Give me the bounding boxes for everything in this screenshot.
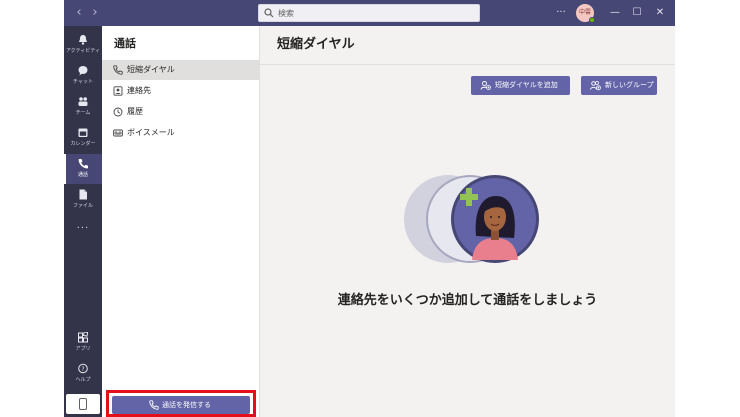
pane-title: 通話 (114, 37, 136, 50)
chat-icon (78, 66, 88, 76)
title-bar: ‹ › 検索 ··· 中雲 — ☐ ✕ (64, 0, 675, 26)
rail-item-files[interactable]: ファイル (64, 185, 102, 215)
phone-icon (78, 159, 88, 169)
teams-icon (78, 97, 88, 106)
pane-item-label: 履歴 (127, 107, 143, 116)
make-call-label: 通話を発信する (162, 401, 211, 409)
more-options-button[interactable]: ··· (552, 4, 570, 22)
page-title: 短縮ダイヤル (277, 37, 355, 52)
app-rail: アクティビティ チャット チーム カレンダー 通話 ファイル ··· アプリ ?… (64, 26, 102, 417)
search-placeholder: 検索 (278, 9, 294, 18)
pane-item-label: ボイスメール (127, 128, 175, 137)
empty-state-message: 連絡先をいくつか追加して通話をしましょう (337, 293, 598, 308)
rail-item-calls[interactable]: 通話 (64, 154, 102, 184)
pane-item-history[interactable]: 履歴 (102, 102, 259, 122)
rail-item-help[interactable]: ? ヘルプ (64, 359, 102, 389)
pane-item-label: 連絡先 (127, 86, 151, 95)
forward-button[interactable]: › (88, 5, 102, 21)
svg-text:?: ? (81, 366, 84, 373)
calendar-icon (78, 128, 88, 137)
teams-window: ‹ › 検索 ··· 中雲 — ☐ ✕ アクティビティ チャット チーム カレン… (64, 0, 675, 417)
rail-item-teams[interactable]: チーム (64, 92, 102, 122)
main-content: 短縮ダイヤル 短縮ダイヤルを追加 新しいグループ 連絡先をいくつか追加して通話を… (260, 26, 675, 417)
rail-label: アクティビティ (65, 48, 101, 54)
rail-label: アプリ (75, 346, 91, 352)
rail-item-calendar[interactable]: カレンダー (64, 123, 102, 153)
avatar[interactable]: 中雲 (576, 4, 595, 23)
empty-state-illustration (404, 175, 539, 263)
mobile-icon (79, 398, 87, 410)
add-group-icon (590, 81, 601, 91)
search-input[interactable]: 検索 (258, 4, 480, 22)
rail-item-activity[interactable]: アクティビティ (64, 30, 102, 60)
search-icon (264, 8, 274, 18)
close-button[interactable]: ✕ (651, 4, 669, 22)
maximize-button[interactable]: ☐ (628, 4, 646, 22)
add-speed-dial-label: 短縮ダイヤルを追加 (495, 81, 558, 89)
rail-label: ヘルプ (75, 377, 91, 383)
phone-icon (113, 65, 123, 75)
make-call-button[interactable]: 通話を発信する (112, 396, 250, 414)
minimize-button[interactable]: — (606, 4, 624, 22)
file-icon (79, 189, 87, 200)
rail-label: チーム (75, 110, 91, 116)
help-icon: ? (78, 363, 88, 374)
voicemail-icon (113, 129, 123, 137)
new-group-label: 新しいグループ (605, 81, 654, 89)
rail-label: 通話 (77, 172, 88, 178)
pane-item-voicemail[interactable]: ボイスメール (102, 123, 259, 143)
phone-icon (149, 400, 159, 410)
pane-item-contacts[interactable]: 連絡先 (102, 81, 259, 101)
avatar-initials: 中雲 (578, 9, 591, 16)
apps-icon (78, 332, 88, 343)
add-speed-dial-button[interactable]: 短縮ダイヤルを追加 (471, 76, 570, 95)
rail-label: カレンダー (70, 141, 96, 147)
rail-item-chat[interactable]: チャット (64, 61, 102, 91)
pane-item-speed-dial[interactable]: 短縮ダイヤル (102, 60, 259, 80)
new-group-button[interactable]: 新しいグループ (581, 76, 657, 95)
rail-item-apps[interactable]: アプリ (64, 328, 102, 358)
calls-pane: 通話 短縮ダイヤル 連絡先 履歴 ボイスメール 通話を発信する (102, 26, 260, 417)
rail-label: ファイル (72, 203, 93, 209)
history-icon (113, 107, 123, 117)
status-available-icon (589, 17, 595, 23)
rail-label: チャット (73, 79, 93, 85)
add-contact-icon (480, 81, 491, 90)
divider (260, 64, 675, 65)
highlight-box: 通話を発信する (106, 390, 256, 417)
pane-item-label: 短縮ダイヤル (127, 65, 175, 74)
back-button[interactable]: ‹ (72, 5, 86, 21)
more-apps-button[interactable]: ··· (64, 224, 102, 234)
mobile-device-button[interactable] (66, 394, 100, 414)
bell-icon (79, 35, 87, 45)
contact-icon (113, 86, 123, 96)
